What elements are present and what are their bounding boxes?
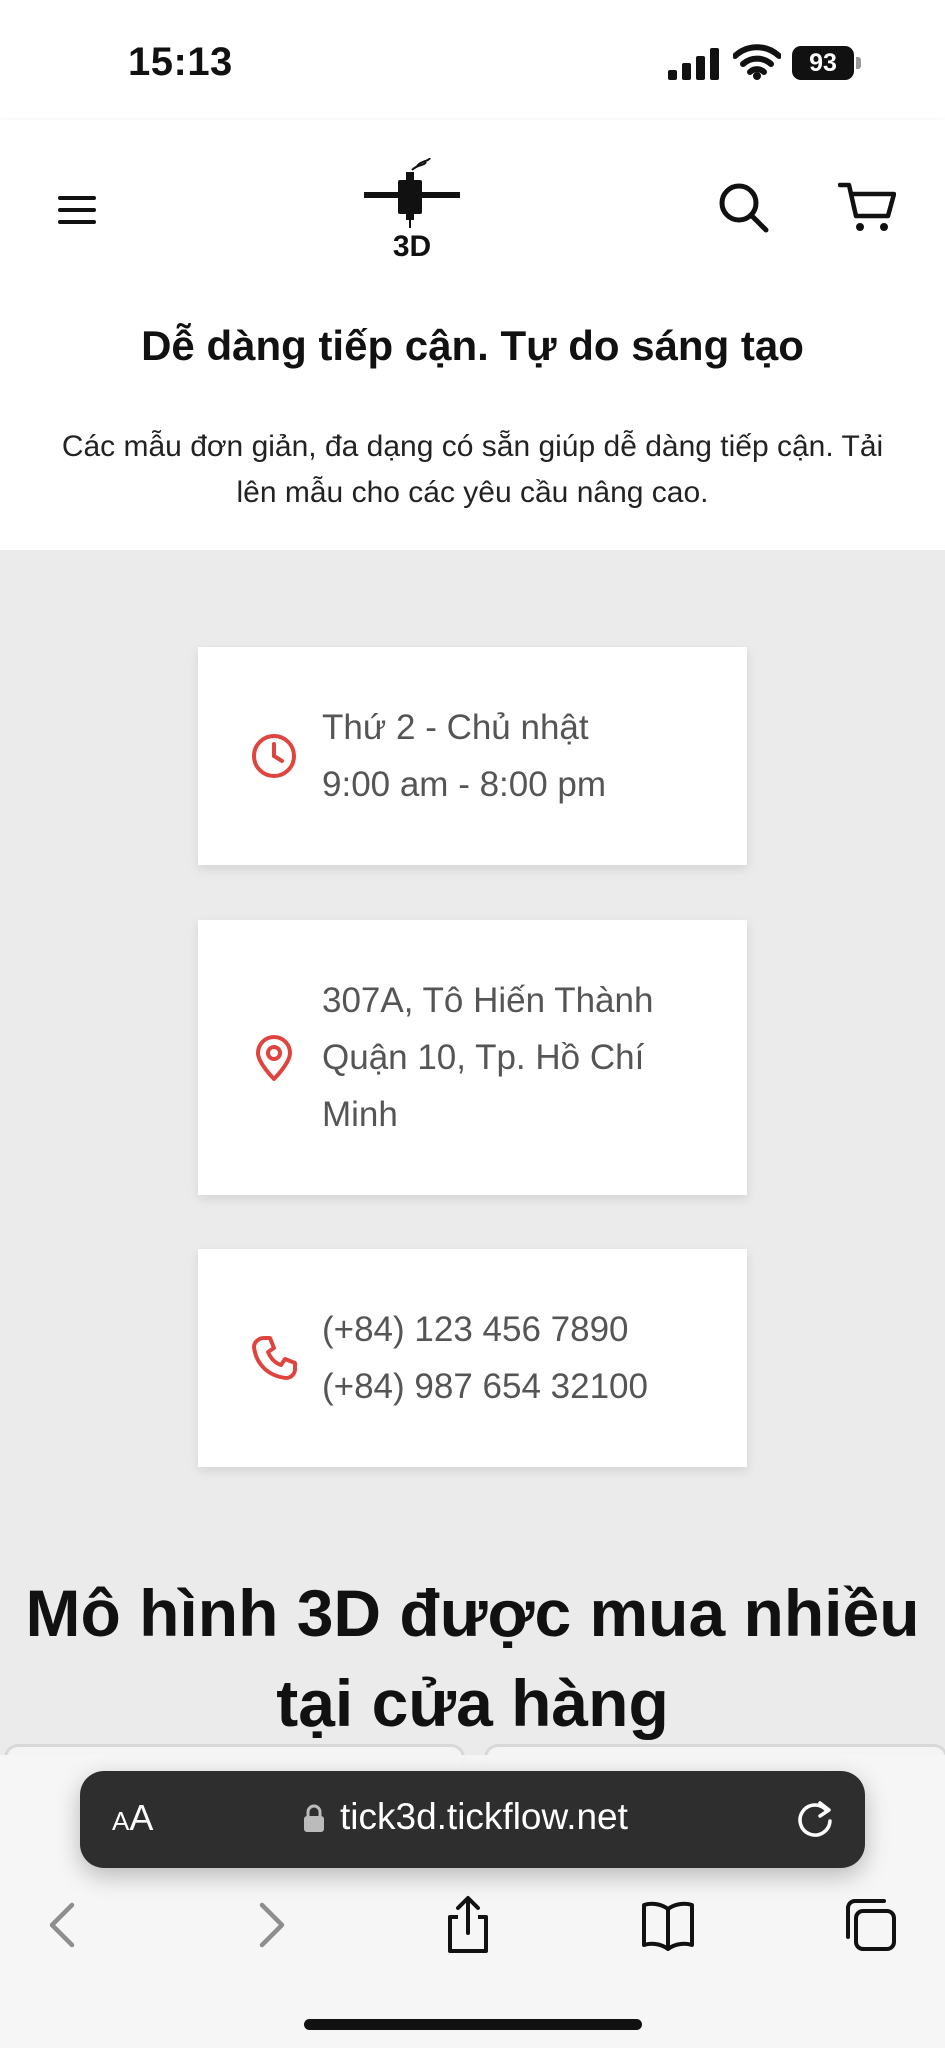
phone-icon: [252, 1336, 297, 1380]
cellular-signal-icon: [668, 48, 719, 80]
battery-level: 93: [792, 46, 854, 80]
status-time: 15:13: [128, 40, 233, 84]
forward-icon[interactable]: [240, 1895, 300, 1955]
address-card: 307A, Tô Hiến Thành Quận 10, Tp. Hồ Chí …: [198, 920, 747, 1195]
intro-description: Các mẫu đơn giản, đa dạng có sẵn giúp dễ…: [61, 430, 884, 509]
battery-tip: [856, 57, 861, 69]
tabs-icon[interactable]: [840, 1895, 900, 1955]
opening-hours-card: Thứ 2 - Chủ nhật 9:00 am - 8:00 pm: [198, 647, 747, 865]
address-line-3: Minh: [322, 1095, 398, 1134]
intro-title: Dễ dàng tiếp cận. Tự do sáng tạo: [141, 322, 804, 369]
home-indicator: [304, 2019, 642, 2030]
phone-number-2[interactable]: (+84) 987 654 32100: [322, 1358, 732, 1415]
reader-aa-button[interactable]: AA: [112, 1797, 153, 1839]
phone-card: (+84) 123 456 7890 (+84) 987 654 32100: [198, 1249, 747, 1467]
address-bar[interactable]: AA tick3d.tickflow.net: [80, 1771, 865, 1868]
share-icon[interactable]: [438, 1895, 498, 1955]
wifi-icon: [733, 44, 781, 80]
3d-printer-logo[interactable]: 3D: [362, 158, 462, 260]
address-line-2: Quận 10, Tp. Hồ Chí: [322, 1038, 645, 1077]
best-sellers-title: Mô hình 3D được mua nhiều tại cửa hàng: [25, 1576, 920, 1740]
address-text[interactable]: 307A, Tô Hiến Thành Quận 10, Tp. Hồ Chí …: [322, 972, 732, 1143]
battery-indicator: 93: [792, 46, 862, 80]
hamburger-menu-icon[interactable]: [52, 185, 102, 235]
shopping-cart-icon[interactable]: [838, 180, 896, 234]
lock-icon: [304, 1804, 324, 1832]
reload-icon[interactable]: [794, 1797, 836, 1839]
bookmarks-icon[interactable]: [638, 1895, 698, 1955]
opening-hours-text: Thứ 2 - Chủ nhật 9:00 am - 8:00 pm: [322, 699, 732, 813]
hours-time: 9:00 am - 8:00 pm: [322, 765, 607, 804]
clock-icon: [252, 734, 296, 778]
url-text[interactable]: tick3d.tickflow.net: [340, 1796, 628, 1838]
map-pin-icon: [256, 1035, 292, 1081]
phone-text[interactable]: (+84) 123 456 7890 (+84) 987 654 32100: [322, 1301, 732, 1415]
hours-days: Thứ 2 - Chủ nhật: [322, 708, 589, 747]
search-icon[interactable]: [716, 180, 770, 234]
logo-text: 3D: [393, 230, 431, 260]
phone-number-1[interactable]: (+84) 123 456 7890: [322, 1301, 732, 1358]
site-header: [0, 120, 945, 288]
address-line-1: 307A, Tô Hiến Thành: [322, 981, 654, 1020]
back-icon[interactable]: [34, 1895, 94, 1955]
